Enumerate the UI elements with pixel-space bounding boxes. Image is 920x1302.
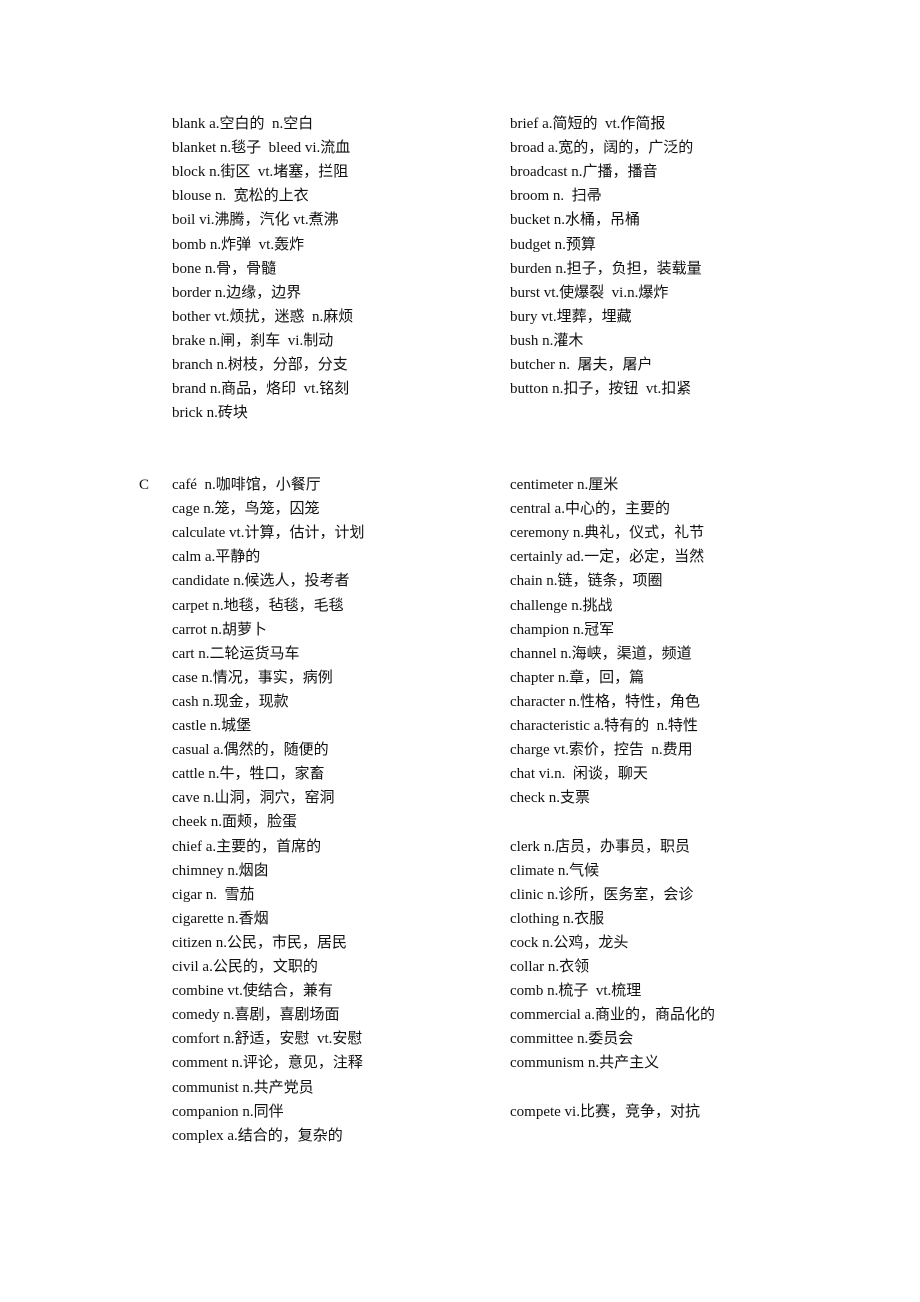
vocab-entry: ceremony n.典礼，仪式，礼节 bbox=[510, 525, 705, 542]
vocab-entry: brief a.简短的 vt.作简报 bbox=[510, 116, 666, 132]
vocab-entry: communist n.共产党员 bbox=[172, 1079, 314, 1096]
vocab-entry: casual a.偶然的，随便的 bbox=[172, 742, 329, 759]
vocab-entry: cock n.公鸡，龙头 bbox=[510, 934, 629, 951]
vocab-entry: brick n.砖块 bbox=[172, 405, 248, 422]
vocab-entry: civil a.公民的，文职的 bbox=[172, 959, 318, 975]
vocab-entry: budget n.预算 bbox=[510, 236, 596, 253]
vocab-entry: bush n.灌木 bbox=[510, 332, 584, 349]
vocab-entry: café n.咖啡馆，小餐厅 bbox=[172, 477, 321, 493]
vocab-entry: cash n.现金，现款 bbox=[172, 693, 289, 710]
vocab-entry: citizen n.公民，市民，居民 bbox=[172, 934, 347, 951]
vocab-entry: bury vt.埋葬，埋藏 bbox=[510, 308, 632, 325]
vocab-entry: cattle n.牛，牲口，家畜 bbox=[172, 766, 325, 783]
vocab-entry: chain n.链，链条，项圈 bbox=[510, 573, 663, 590]
vocab-entry: compete vi.比赛，竞争，对抗 bbox=[510, 1103, 700, 1120]
vocab-entry: bother vt.烦扰，迷惑 n.麻烦 bbox=[172, 308, 354, 325]
section-letter: C bbox=[139, 477, 150, 493]
vocab-entry: combine vt.使结合，兼有 bbox=[172, 983, 333, 1000]
vocab-entry: calm a.平静的 bbox=[172, 549, 261, 566]
vocab-entry: blanket n.毯子 bleed vi.流血 bbox=[172, 140, 351, 157]
vocab-entry: centimeter n.厘米 bbox=[510, 477, 619, 493]
vocab-entry: cheek n.面颊，脸蛋 bbox=[172, 814, 297, 831]
vocab-entry: border n.边缘，边界 bbox=[172, 284, 302, 301]
vocab-entry: carpet n.地毯，毡毯，毛毯 bbox=[172, 597, 344, 614]
vocab-entry: comfort n.舒适，安慰 vt.安慰 bbox=[172, 1031, 363, 1048]
vocab-entry: climate n.气候 bbox=[510, 862, 600, 879]
vocab-entry: clerk n.店员，办事员，职员 bbox=[510, 838, 690, 855]
vocab-entry: branch n.树枝，分部，分支 bbox=[172, 357, 348, 373]
vocab-entry: cigar n. 雪茄 bbox=[172, 886, 255, 903]
vocab-entry: communism n.共产主义 bbox=[510, 1055, 660, 1072]
vocab-entry: brake n.闸，刹车 vi.制动 bbox=[172, 332, 334, 349]
vocab-entry: burst vt.使爆裂 vi.n.爆炸 bbox=[510, 284, 669, 301]
vocab-entry: brand n.商品，烙印 vt.铭刻 bbox=[172, 381, 350, 398]
vocab-entry: channel n.海峡，渠道，频道 bbox=[510, 645, 692, 662]
vocab-entry: blank a.空白的 n.空白 bbox=[172, 116, 314, 132]
vocab-entry: complex a.结合的，复杂的 bbox=[172, 1127, 343, 1144]
vocab-entry: check n.支票 bbox=[510, 790, 590, 807]
vocab-entry: characteristic a.特有的 n.特性 bbox=[510, 718, 698, 734]
vocab-entry: champion n.冠军 bbox=[510, 621, 615, 638]
vocab-entry: chapter n.章，回，篇 bbox=[510, 669, 645, 686]
vocab-entry: comb n.梳子 vt.梳理 bbox=[510, 983, 642, 1000]
vocab-entry: chimney n.烟囱 bbox=[172, 862, 269, 879]
vocab-entry: cigarette n.香烟 bbox=[172, 910, 269, 927]
vocab-entry: comedy n.喜剧，喜剧场面 bbox=[172, 1007, 340, 1024]
vocab-entry: chat vi.n. 闲谈，聊天 bbox=[510, 766, 648, 783]
vocab-entry: comment n.评论，意见，注释 bbox=[172, 1055, 363, 1072]
vocab-entry: clothing n.衣服 bbox=[510, 910, 605, 927]
vocab-entry: case n.情况，事实，病例 bbox=[172, 669, 333, 686]
vocab-entry: broadcast n.广播，播音 bbox=[510, 164, 658, 181]
vocab-entry: cart n.二轮运货马车 bbox=[172, 645, 300, 662]
vocab-entry: cage n.笼，鸟笼，囚笼 bbox=[172, 501, 320, 518]
vocab-entry: carrot n.胡萝卜 bbox=[172, 621, 267, 638]
vocab-entry: commercial a.商业的，商品化的 bbox=[510, 1007, 715, 1024]
vocab-entry: chief a.主要的，首席的 bbox=[172, 838, 322, 855]
vocab-entry: button n.扣子，按钮 vt.扣紧 bbox=[510, 381, 692, 398]
vocab-entry: committee n.委员会 bbox=[510, 1031, 634, 1048]
vocab-entry: collar n.衣领 bbox=[510, 959, 590, 975]
vocab-entry: certainly ad.一定，必定，当然 bbox=[510, 549, 705, 566]
vocab-entry: broad a.宽的，阔的，广泛的 bbox=[510, 140, 694, 157]
vocab-entry: candidate n.候选人，投考者 bbox=[172, 573, 350, 590]
vocab-entry: challenge n.挑战 bbox=[510, 597, 613, 614]
vocab-entry: castle n.城堡 bbox=[172, 718, 252, 734]
vocab-entry: cave n.山洞，洞穴，窑洞 bbox=[172, 790, 335, 807]
vocab-entry: clinic n.诊所，医务室，会诊 bbox=[510, 886, 694, 903]
vocab-entry: character n.性格，特性，角色 bbox=[510, 693, 700, 710]
vocab-entry: broom n. 扫帚 bbox=[510, 188, 602, 205]
vocab-entry: burden n.担子，负担，装载量 bbox=[510, 260, 702, 277]
vocab-entry: blouse n. 宽松的上衣 bbox=[172, 188, 309, 205]
vocab-entry: boil vi.沸腾，汽化 vt.煮沸 bbox=[172, 212, 339, 229]
vocab-entry: charge vt.索价，控告 n.费用 bbox=[510, 742, 693, 759]
vocab-entry: calculate vt.计算，估计，计划 bbox=[172, 525, 365, 542]
vocab-entry: bomb n.炸弹 vt.轰炸 bbox=[172, 236, 305, 253]
vocab-entry: central a.中心的，主要的 bbox=[510, 501, 670, 518]
vocab-entry: block n.街区 vt.堵塞，拦阻 bbox=[172, 164, 349, 181]
vocab-entry: companion n.同伴 bbox=[172, 1103, 284, 1120]
vocab-entry: bone n.骨，骨髓 bbox=[172, 260, 277, 277]
vocab-entry: bucket n.水桶，吊桶 bbox=[510, 212, 640, 229]
vocab-entry: butcher n. 屠夫，屠户 bbox=[510, 357, 653, 373]
